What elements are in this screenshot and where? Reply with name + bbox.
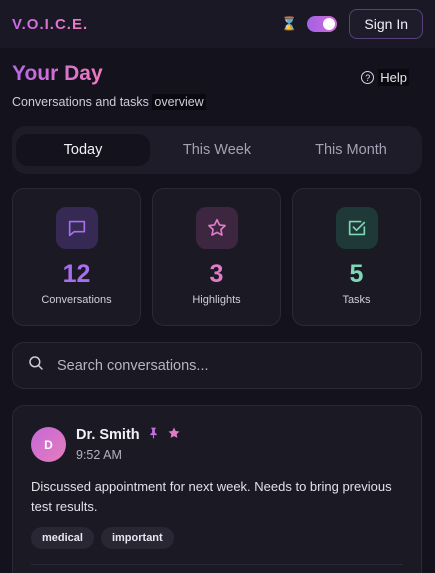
conversation-summary: Discussed appointment for next week. Nee…	[31, 479, 392, 514]
highlights-count: 3	[209, 260, 224, 288]
period-tabs: Today This Week This Month	[12, 126, 422, 174]
top-bar: V.O.I.C.E. ⌛ Sign In	[0, 0, 435, 48]
tag-chip[interactable]: medical	[31, 527, 94, 549]
sign-in-button[interactable]: Sign In	[349, 9, 423, 39]
tasks-count: 5	[349, 260, 364, 288]
pin-icon[interactable]	[147, 426, 160, 444]
tab-this-month[interactable]: This Month	[284, 134, 418, 166]
toggle-knob	[323, 18, 336, 30]
conversations-stat-card[interactable]: 12 Conversations	[12, 188, 141, 326]
page-title: Your Day	[12, 62, 103, 85]
help-icon: ?	[361, 71, 375, 84]
search-bar	[12, 342, 422, 389]
search-input[interactable]	[57, 357, 407, 374]
star-icon[interactable]	[167, 426, 181, 444]
hourglass-icon: ⌛	[281, 16, 298, 31]
brand-logo[interactable]: V.O.I.C.E.	[12, 16, 88, 33]
subtitle-text: Conversations and tasks	[12, 95, 149, 109]
card-divider	[31, 564, 403, 565]
star-icon	[195, 207, 238, 249]
highlights-stat-card[interactable]: 3 Highlights	[152, 188, 281, 326]
tab-today[interactable]: Today	[16, 134, 150, 166]
search-icon	[27, 354, 45, 377]
help-button[interactable]: ? Help	[361, 69, 409, 86]
conversation-header: Dr. Smith	[76, 426, 181, 444]
conversations-count: 12	[62, 260, 91, 288]
checkbox-icon	[335, 207, 378, 249]
tag-chip[interactable]: important	[100, 527, 174, 549]
page-subtitle: Conversations and tasks overview	[12, 94, 206, 110]
avatar: D	[31, 427, 66, 462]
theme-toggle[interactable]	[307, 16, 338, 32]
conversation-time: 9:52 AM	[76, 448, 122, 462]
subtitle-highlight: overview	[152, 94, 206, 110]
conversation-card[interactable]: D Dr. Smith 9:52 AM Discussed appointmen…	[12, 405, 422, 573]
tab-this-week[interactable]: This Week	[150, 134, 284, 166]
conversations-label: Conversations	[41, 294, 112, 306]
help-label: Help	[378, 69, 409, 86]
top-bar-actions: ⌛ Sign In	[281, 9, 423, 39]
stats-cards: 12 Conversations 3 Highlights 5 Tasks	[12, 188, 422, 326]
tag-list: medical important	[31, 527, 174, 549]
tasks-stat-card[interactable]: 5 Tasks	[292, 188, 421, 326]
highlights-label: Highlights	[192, 294, 241, 306]
chat-bubble-icon	[55, 207, 98, 249]
tasks-label: Tasks	[342, 294, 371, 306]
contact-name: Dr. Smith	[76, 427, 140, 443]
